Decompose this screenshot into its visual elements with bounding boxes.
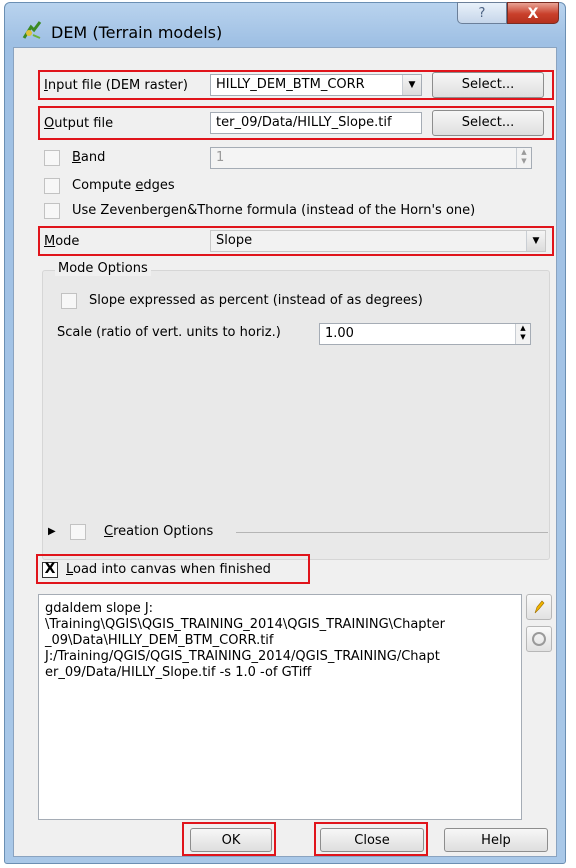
slope-percent-label: Slope expressed as percent (instead of a… xyxy=(89,293,423,308)
input-file-combo[interactable]: HILLY_DEM_BTM_CORR ▼ xyxy=(210,74,422,96)
compute-edges-label: Compute edges xyxy=(72,178,175,193)
help-button[interactable]: Help xyxy=(444,828,548,852)
dialog-window: DEM (Terrain models) ? X Input file (DEM… xyxy=(4,2,566,864)
window-title: DEM (Terrain models) xyxy=(51,23,223,42)
band-spinbox[interactable]: 1 ▲ ▼ xyxy=(210,147,532,169)
load-canvas-checkbox[interactable]: X xyxy=(42,562,58,578)
input-select-button[interactable]: Select... xyxy=(432,72,544,98)
output-file-value: ter_09/Data/HILLY_Slope.tif xyxy=(216,115,392,130)
edit-pencil-icon[interactable] xyxy=(526,594,552,620)
zevenbergen-label: Use Zevenbergen&Thorne formula (instead … xyxy=(72,203,476,218)
compute-edges-checkbox[interactable] xyxy=(44,178,60,194)
expand-triangle-icon[interactable]: ▶ xyxy=(48,526,56,537)
scale-value: 1.00 xyxy=(325,326,354,341)
spin-arrows-icon[interactable]: ▲ ▼ xyxy=(516,148,531,168)
band-label: Band xyxy=(72,150,106,165)
dialog-client-area: Input file (DEM raster) HILLY_DEM_BTM_CO… xyxy=(13,47,557,857)
mode-label: Mode xyxy=(44,234,80,249)
zevenbergen-checkbox[interactable] xyxy=(44,203,60,219)
band-checkbox[interactable] xyxy=(44,150,60,166)
input-file-label: Input file (DEM raster) xyxy=(44,78,188,93)
output-file-field[interactable]: ter_09/Data/HILLY_Slope.tif xyxy=(210,112,422,134)
creation-options-label: Creation Options xyxy=(104,524,214,539)
mode-options-title: Mode Options xyxy=(55,261,151,276)
mode-value: Slope xyxy=(216,233,253,248)
command-line: _09\Data\HILLY_DEM_BTM_CORR.tif xyxy=(45,633,274,648)
input-file-value: HILLY_DEM_BTM_CORR xyxy=(216,77,365,92)
close-button[interactable]: Close xyxy=(320,828,424,852)
qgis-app-icon xyxy=(22,21,42,39)
creation-options-checkbox[interactable] xyxy=(70,524,86,540)
spin-arrows-icon[interactable]: ▲ ▼ xyxy=(515,324,530,344)
chevron-down-icon[interactable]: ▼ xyxy=(526,231,545,251)
chevron-down-icon[interactable]: ▼ xyxy=(402,75,421,95)
command-line: gdaldem slope J: xyxy=(45,601,154,616)
load-canvas-label: Load into canvas when finished xyxy=(66,562,271,577)
output-file-label: Output file xyxy=(44,116,114,131)
output-select-button[interactable]: Select... xyxy=(432,110,544,136)
mode-options-group: Mode Options Slope expressed as percent … xyxy=(42,261,550,560)
help-titlebar-button[interactable]: ? xyxy=(457,2,507,24)
command-line: J:/Training/QGIS/QGIS_TRAINING_2014/QGIS… xyxy=(45,649,440,664)
scale-label: Scale (ratio of vert. units to horiz.) xyxy=(57,325,281,340)
ok-button[interactable]: OK xyxy=(190,828,272,852)
command-text-area[interactable]: gdaldem slope J: \Training\QGIS\QGIS_TRA… xyxy=(38,594,522,820)
creation-options-divider xyxy=(236,532,548,533)
command-line: \Training\QGIS\QGIS_TRAINING_2014\QGIS_T… xyxy=(45,617,445,632)
close-titlebar-button[interactable]: X xyxy=(507,2,559,24)
command-line: er_09/Data/HILLY_Slope.tif -s 1.0 -of GT… xyxy=(45,665,312,680)
mode-combo[interactable]: Slope ▼ xyxy=(210,230,546,252)
scale-spinbox[interactable]: 1.00 ▲ ▼ xyxy=(319,323,531,345)
reset-icon[interactable] xyxy=(526,626,552,652)
slope-percent-checkbox[interactable] xyxy=(61,293,77,309)
band-value: 1 xyxy=(216,150,225,165)
